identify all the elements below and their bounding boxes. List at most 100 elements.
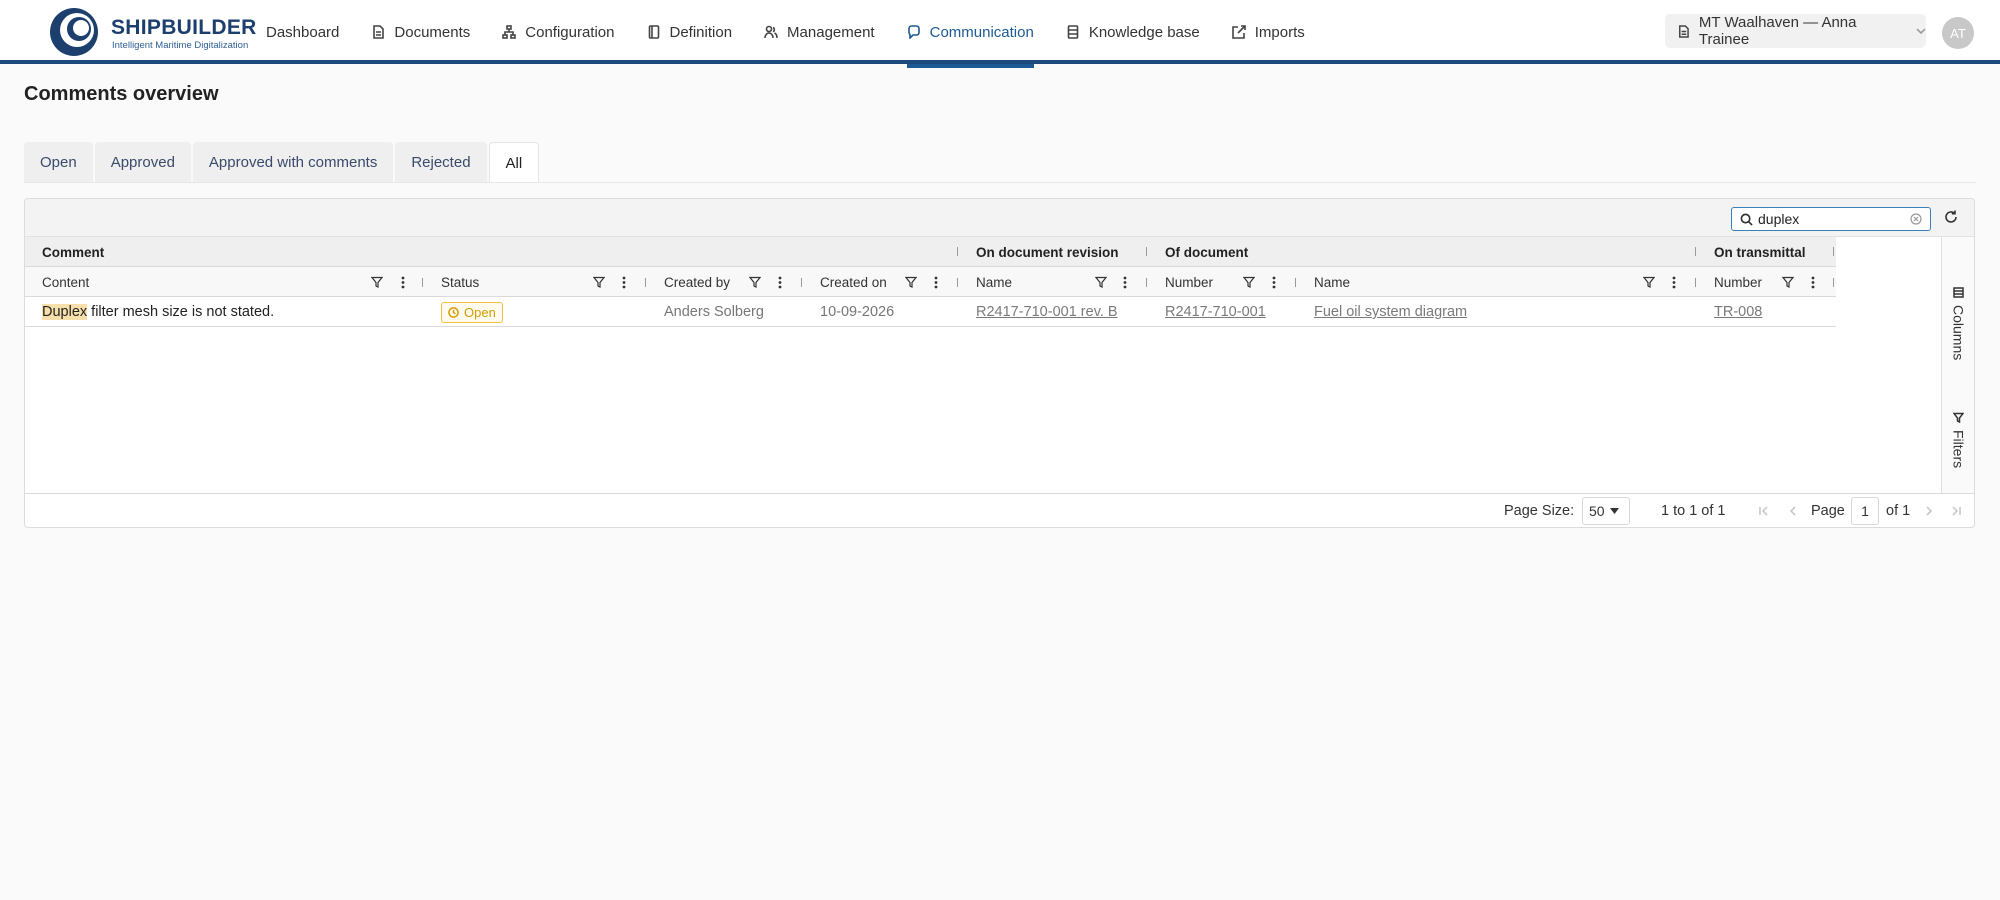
column-header-content[interactable]: Content — [42, 267, 89, 297]
search-input[interactable] — [1758, 211, 1908, 227]
import-icon — [1231, 25, 1246, 39]
brand-logo[interactable]: SHIPBUILDER Intelligent Maritime Digital… — [48, 6, 256, 58]
column-resize-handle[interactable] — [1833, 278, 1834, 287]
nav-item-management[interactable]: Management — [748, 0, 891, 64]
filters-panel-button[interactable]: Filters — [1946, 412, 1971, 468]
brand-tagline: Intelligent Maritime Digitalization — [112, 40, 249, 51]
document-icon — [1679, 24, 1689, 38]
column-header-document-number[interactable]: Number — [1165, 267, 1213, 297]
caret-down-icon — [1609, 508, 1619, 514]
nav-item-configuration[interactable]: Configuration — [486, 0, 630, 64]
grid-side-panel: Columns Filters — [1941, 237, 1974, 493]
document-name-link[interactable]: Fuel oil system diagram — [1314, 304, 1467, 320]
column-menu-icon[interactable] — [622, 276, 626, 289]
column-header-created-on[interactable]: Created on — [820, 267, 887, 297]
nav-item-imports[interactable]: Imports — [1216, 0, 1321, 64]
filter-icon[interactable] — [1782, 276, 1794, 288]
tab-rejected[interactable]: Rejected — [395, 142, 487, 183]
chevron-down-icon — [1916, 28, 1926, 35]
filter-icon[interactable] — [371, 276, 383, 288]
clear-search-icon[interactable] — [1910, 213, 1922, 225]
column-menu-icon[interactable] — [1123, 276, 1127, 289]
column-resize-handle[interactable] — [645, 278, 646, 287]
column-resize-handle[interactable] — [1695, 247, 1696, 256]
filter-icon[interactable] — [593, 276, 605, 288]
filter-icon[interactable] — [1243, 276, 1255, 288]
row-range-summary: 1 to 1 of 1 — [1661, 502, 1726, 519]
cell-document-name: Fuel oil system diagram — [1314, 297, 1467, 327]
previous-page-button[interactable] — [1787, 505, 1799, 517]
column-resize-handle[interactable] — [422, 278, 423, 287]
avatar[interactable]: AT — [1942, 17, 1974, 49]
group-of-document: Of document — [1165, 244, 1249, 260]
filter-icon[interactable] — [1643, 276, 1655, 288]
refresh-icon[interactable] — [1943, 209, 1959, 225]
transmittal-link[interactable]: TR-008 — [1714, 304, 1762, 320]
clock-icon — [448, 306, 459, 318]
main-nav: Dashboard Documents Configuration Defini… — [250, 0, 1321, 68]
column-header-transmittal-number[interactable]: Number — [1714, 267, 1762, 297]
filter-icon[interactable] — [905, 276, 917, 288]
cell-content: Duplex filter mesh size is not stated. — [42, 297, 274, 327]
page-size-value: 50 — [1589, 503, 1605, 519]
column-header-created-by[interactable]: Created by — [664, 267, 730, 297]
comments-grid: Comment On document revision Of document… — [24, 198, 1975, 528]
column-resize-handle[interactable] — [801, 278, 802, 287]
next-page-button[interactable] — [1923, 505, 1935, 517]
column-menu-icon[interactable] — [934, 276, 938, 289]
grid-toolbar — [25, 199, 1974, 237]
table-row[interactable]: Duplex filter mesh size is not stated. O… — [25, 297, 1836, 327]
chevron-right-icon — [1926, 506, 1933, 516]
column-menu-icon[interactable] — [1272, 276, 1276, 289]
nav-label: Definition — [669, 23, 733, 41]
column-resize-handle[interactable] — [1833, 247, 1834, 256]
nav-item-documents[interactable]: Documents — [355, 0, 486, 64]
page-number-input[interactable]: 1 — [1851, 497, 1879, 525]
column-header-document-name[interactable]: Name — [1314, 267, 1350, 297]
filter-icon[interactable] — [1095, 276, 1107, 288]
column-menu-icon[interactable] — [401, 276, 405, 289]
status-badge: Open — [441, 301, 503, 323]
tab-approved[interactable]: Approved — [94, 142, 191, 183]
cell-created-on: 10-09-2026 — [820, 304, 895, 320]
column-resize-handle[interactable] — [957, 247, 958, 256]
page-size-label: Page Size: — [1504, 502, 1575, 519]
column-resize-handle[interactable] — [1695, 278, 1696, 287]
column-header-status[interactable]: Status — [441, 267, 479, 297]
people-icon — [764, 25, 778, 39]
column-header-revision-name[interactable]: Name — [976, 267, 1012, 297]
revision-link[interactable]: R2417-710-001 rev. B — [976, 304, 1118, 320]
filters-panel-label: Filters — [1950, 430, 1967, 469]
first-page-button[interactable] — [1758, 505, 1770, 517]
nav-item-communication[interactable]: Communication — [891, 0, 1050, 68]
column-menu-icon[interactable] — [778, 276, 782, 289]
tabs-divider — [24, 182, 1976, 183]
column-resize-handle[interactable] — [1146, 247, 1147, 256]
first-page-icon — [1759, 506, 1768, 516]
filter-icon[interactable] — [749, 276, 761, 288]
nav-item-definition[interactable]: Definition — [631, 0, 749, 64]
last-page-button[interactable] — [1950, 505, 1962, 517]
group-comment: Comment — [42, 244, 105, 260]
column-resize-handle[interactable] — [1146, 278, 1147, 287]
page-total: of 1 — [1886, 502, 1911, 519]
columns-panel-button[interactable]: Columns — [1946, 287, 1971, 360]
tab-approved-with-comments[interactable]: Approved with comments — [192, 142, 394, 183]
document-number-link[interactable]: R2417-710-001 — [1165, 304, 1266, 320]
nav-item-dashboard[interactable]: Dashboard — [250, 0, 355, 64]
nav-item-knowledge-base[interactable]: Knowledge base — [1050, 0, 1216, 64]
column-menu-icon[interactable] — [1811, 276, 1815, 289]
nav-label: Documents — [394, 23, 471, 41]
column-menu-icon[interactable] — [1672, 276, 1676, 289]
cell-transmittal-number: TR-008 — [1714, 297, 1762, 327]
column-resize-handle[interactable] — [957, 278, 958, 287]
tab-all[interactable]: All — [488, 142, 540, 183]
tab-open[interactable]: Open — [24, 142, 93, 183]
page-label: Page — [1811, 502, 1845, 519]
status-label: Open — [464, 304, 496, 320]
column-resize-handle[interactable] — [1295, 278, 1296, 287]
vessel-selector[interactable]: MT Waalhaven — Anna Trainee — [1665, 14, 1926, 48]
status-tabs: Open Approved Approved with comments Rej… — [24, 142, 541, 183]
page-size-select[interactable]: 50 — [1582, 497, 1630, 525]
columns-panel-label: Columns — [1950, 305, 1967, 361]
